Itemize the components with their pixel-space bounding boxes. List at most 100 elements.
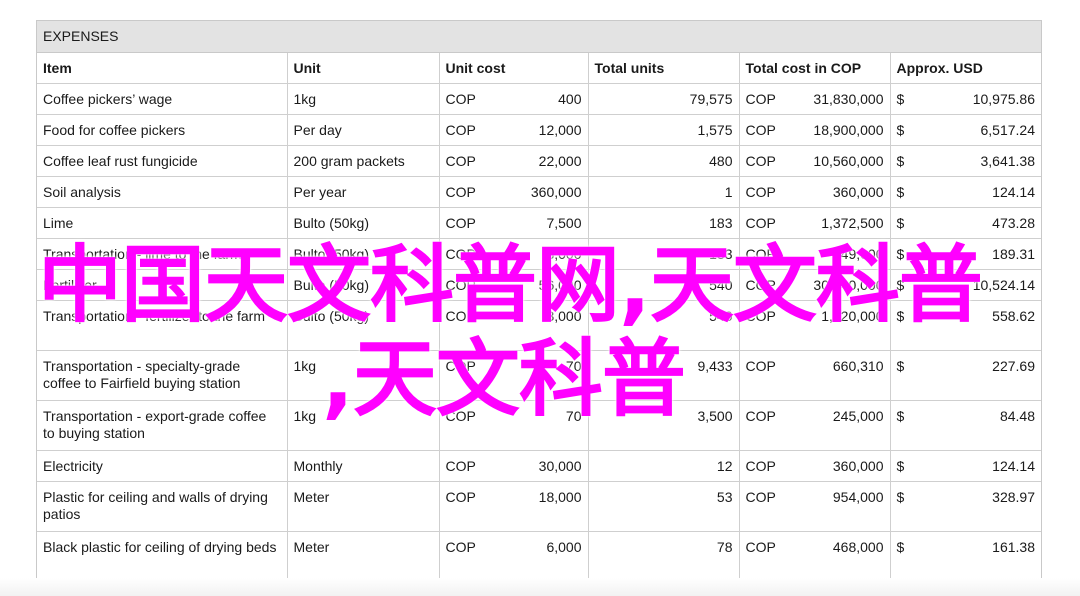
- cell-unit: 1kg: [287, 400, 440, 451]
- cell-item: Black plastic for ceiling of drying beds: [37, 531, 288, 582]
- cell-total-units: 183: [588, 207, 740, 239]
- cell-total-cost: COP 660,310: [739, 350, 891, 401]
- table-row: Fertilizer Bulto (50kg) COP 56,000 540 COP 30,…: [37, 269, 1041, 301]
- cell-unit-cost: COP 400: [439, 83, 589, 115]
- cell-usd-currency: $: [896, 246, 905, 262]
- cell-unit: Monthly: [287, 450, 440, 482]
- cell-unit-cost-value: 360,000: [530, 184, 582, 200]
- cell-usd-value: 189.31: [992, 246, 1035, 262]
- cell-total-cost-currency: COP: [745, 246, 776, 262]
- table-row: Electricity Monthly COP 30,000 12 COP 360,000 $…: [37, 450, 1041, 482]
- cell-unit-cost: COP 360,000: [439, 176, 589, 208]
- cell-usd: $328.97: [890, 481, 1041, 532]
- col-header-total-cost: Total cost in COP: [739, 53, 891, 84]
- cell-unit-cost: COP 22,000: [439, 145, 589, 177]
- cell-unit: 200 gram packets: [287, 145, 440, 177]
- cell-unit-cost-currency: COP: [445, 277, 476, 293]
- cell-total-units: 53: [588, 481, 740, 532]
- cell-item: Soil analysis: [37, 176, 288, 208]
- cell-unit-cost: COP 70: [439, 350, 589, 401]
- bottom-shadow: [0, 578, 1080, 596]
- cell-item: Electricity: [37, 450, 288, 482]
- cell-unit-cost-currency: COP: [445, 408, 476, 424]
- cell-usd: $473.28: [890, 207, 1041, 239]
- cell-usd-value: 10,975.86: [972, 91, 1035, 107]
- cell-unit-cost: COP 3,000: [439, 238, 589, 270]
- cell-total-cost-value: 10,560,000: [813, 153, 884, 169]
- cell-total-cost: COP 18,900,000: [739, 114, 891, 146]
- cell-total-cost-currency: COP: [745, 458, 776, 474]
- table-row: Soil analysis Per year COP 360,000 1 COP 360,0…: [37, 176, 1041, 208]
- table-row: Coffee pickers’ wage 1kg COP 400 79,575 COP 31…: [37, 83, 1041, 115]
- cell-total-cost: COP 1,372,500: [739, 207, 891, 239]
- cell-usd-currency: $: [896, 122, 905, 138]
- cell-unit-cost-currency: COP: [445, 539, 476, 555]
- cell-total-units: 12: [588, 450, 740, 482]
- cell-total-cost-currency: COP: [745, 408, 776, 424]
- cell-usd: $84.48: [890, 400, 1041, 451]
- cell-total-cost-currency: COP: [745, 153, 776, 169]
- table-row: Transportation - fertilizer to the farm B…: [37, 300, 1041, 351]
- table-row: Transportation - export-grade coffee to …: [37, 400, 1041, 451]
- cell-usd-value: 328.97: [992, 489, 1035, 505]
- cell-usd-value: 227.69: [992, 358, 1035, 374]
- cell-total-cost-value: 954,000: [832, 489, 884, 505]
- cell-usd-currency: $: [896, 91, 905, 107]
- cell-unit-cost-currency: COP: [445, 91, 476, 107]
- cell-total-cost: COP 360,000: [739, 450, 891, 482]
- cell-usd-value: 3,641.38: [980, 153, 1036, 169]
- cell-total-cost-currency: COP: [745, 277, 776, 293]
- cell-total-cost: COP 1,620,000: [739, 300, 891, 351]
- col-header-item: Item: [37, 53, 288, 84]
- cell-usd-currency: $: [896, 358, 905, 374]
- cell-total-cost-value: 245,000: [832, 408, 884, 424]
- cell-item: Plastic for ceiling and walls of drying …: [37, 481, 288, 532]
- table-row: Plastic for ceiling and walls of drying …: [37, 481, 1041, 532]
- cell-usd: $558.62: [890, 300, 1041, 351]
- cell-total-units: 1,575: [588, 114, 740, 146]
- cell-usd: $189.31: [890, 238, 1041, 270]
- cell-unit-cost-value: 7,500: [546, 215, 582, 231]
- cell-unit-cost: COP 30,000: [439, 450, 589, 482]
- cell-total-cost-value: 30,240,000: [813, 277, 884, 293]
- cell-unit-cost-value: 18,000: [538, 489, 582, 505]
- cell-total-cost: COP 31,830,000: [739, 83, 891, 115]
- cell-unit: Bulto (50kg): [287, 238, 440, 270]
- cell-usd: $3,641.38: [890, 145, 1041, 177]
- cell-unit-cost: COP 3,000: [439, 300, 589, 351]
- cell-unit-cost-value: 70: [565, 358, 582, 374]
- cell-usd: $124.14: [890, 176, 1041, 208]
- cell-total-cost-currency: COP: [745, 539, 776, 555]
- cell-usd: $6,517.24: [890, 114, 1041, 146]
- table-body: Coffee pickers’ wage 1kg COP 400 79,575 COP 31…: [37, 83, 1041, 582]
- cell-total-cost-currency: COP: [745, 215, 776, 231]
- cell-total-cost-value: 18,900,000: [813, 122, 884, 138]
- cell-unit-cost-value: 12,000: [538, 122, 582, 138]
- col-header-unit-cost: Unit cost: [439, 53, 589, 84]
- cell-usd-currency: $: [896, 277, 905, 293]
- cell-total-cost-value: 660,310: [832, 358, 884, 374]
- cell-usd: $227.69: [890, 350, 1041, 401]
- cell-unit-cost-value: 3,000: [546, 308, 582, 324]
- cell-usd-value: 84.48: [999, 408, 1035, 424]
- cell-total-cost: COP 360,000: [739, 176, 891, 208]
- cell-unit: Meter: [287, 531, 440, 582]
- cell-total-cost: COP 245,000: [739, 400, 891, 451]
- cell-usd-value: 161.38: [992, 539, 1035, 555]
- cell-usd-value: 473.28: [992, 215, 1035, 231]
- cell-item: Transportation - export-grade coffee to …: [37, 400, 288, 451]
- cell-total-cost-value: 360,000: [832, 184, 884, 200]
- cell-usd-currency: $: [896, 215, 905, 231]
- cell-usd-currency: $: [896, 539, 905, 555]
- col-header-total-units: Total units: [588, 53, 740, 84]
- cell-usd-currency: $: [896, 489, 905, 505]
- cell-total-units: 540: [588, 269, 740, 301]
- cell-unit: Bulto (50kg): [287, 207, 440, 239]
- table-row: Transportation - specialty-grade coffee …: [37, 350, 1041, 401]
- cell-usd: $10,975.86: [890, 83, 1041, 115]
- header-row: Item Unit Unit cost Total units Total co…: [37, 53, 1041, 84]
- cell-unit-cost: COP 56,000: [439, 269, 589, 301]
- cell-total-cost-currency: COP: [745, 489, 776, 505]
- cell-item: Food for coffee pickers: [37, 114, 288, 146]
- col-header-usd: Approx. USD: [890, 53, 1041, 84]
